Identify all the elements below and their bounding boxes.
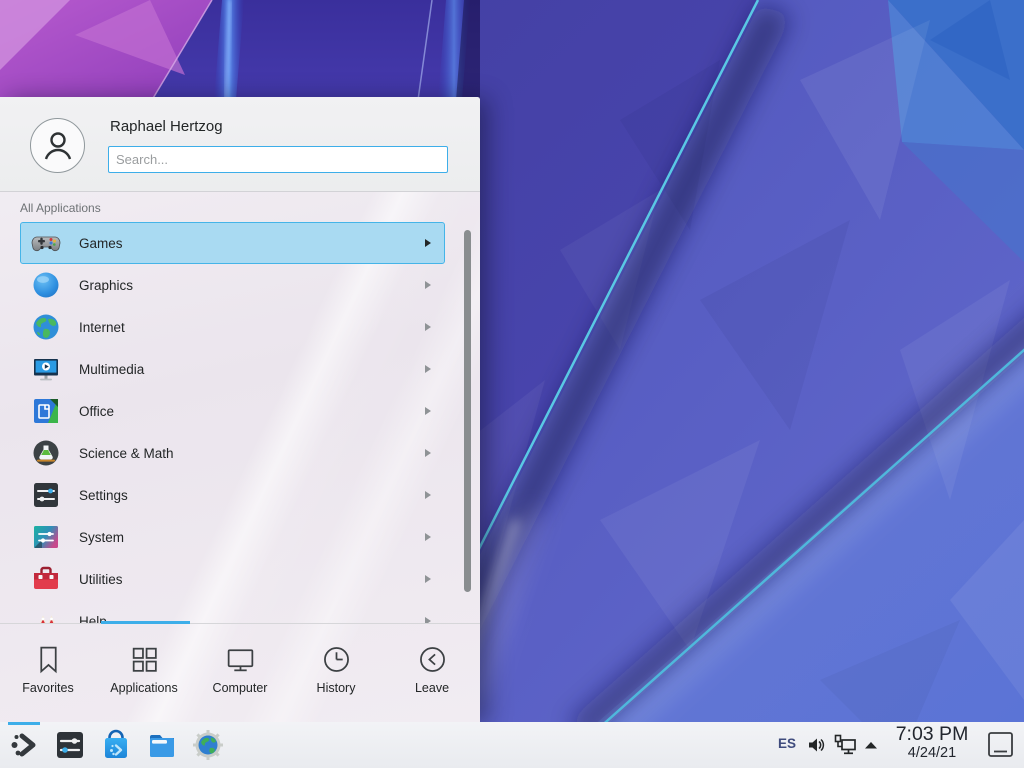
system-sliders-icon [30, 521, 62, 553]
network-icon[interactable] [833, 734, 857, 756]
submenu-arrow-icon [425, 449, 431, 457]
tab-leave[interactable]: Leave [384, 628, 480, 722]
tab-label: Leave [415, 681, 449, 695]
application-launcher-menu: Raphael Hertzog All Applications [0, 97, 480, 722]
active-tab-indicator [101, 621, 190, 624]
bookmark-icon [32, 643, 65, 676]
monitor-play-icon [30, 353, 62, 385]
file-manager-icon[interactable] [146, 729, 178, 761]
category-label: Settings [79, 488, 128, 503]
category-settings[interactable]: Settings [20, 474, 445, 516]
app-grid-icon [128, 643, 161, 676]
category-label: Graphics [79, 278, 133, 293]
history-clock-icon [320, 643, 353, 676]
category-graphics[interactable]: Graphics [20, 264, 445, 306]
system-settings-icon[interactable] [54, 729, 86, 761]
web-browser-icon[interactable] [192, 729, 224, 761]
category-help[interactable]: Help [20, 600, 445, 623]
search-input[interactable] [108, 146, 448, 173]
launcher-tab-bar: Favorites Applications Computer [0, 628, 480, 722]
sphere-icon [30, 269, 62, 301]
category-label: Internet [79, 320, 125, 335]
category-label: System [79, 530, 124, 545]
tab-label: Applications [110, 681, 177, 695]
gamepad-icon [30, 227, 62, 259]
clock-date: 4/24/21 [886, 745, 978, 762]
user-icon [38, 126, 78, 166]
tab-computer[interactable]: Computer [192, 628, 288, 722]
submenu-arrow-icon [425, 281, 431, 289]
computer-icon [224, 643, 257, 676]
digital-clock[interactable]: 7:03 PM 4/24/21 [886, 724, 978, 762]
category-label: Office [79, 404, 114, 419]
launcher-header: Raphael Hertzog [0, 97, 480, 192]
submenu-arrow-icon [425, 407, 431, 415]
expand-tray-icon[interactable] [863, 740, 879, 750]
tab-label: Computer [213, 681, 268, 695]
submenu-arrow-icon [425, 533, 431, 541]
user-name: Raphael Hertzog [110, 118, 223, 135]
globe-icon [30, 311, 62, 343]
app-launcher-icon[interactable] [8, 729, 40, 761]
flask-icon [30, 437, 62, 469]
tab-applications[interactable]: Applications [96, 628, 192, 722]
category-science-math[interactable]: Science & Math [20, 432, 445, 474]
user-avatar[interactable] [30, 118, 85, 173]
submenu-arrow-icon [425, 323, 431, 331]
category-label: Utilities [79, 572, 123, 587]
tab-label: Favorites [22, 681, 73, 695]
category-label: Multimedia [79, 362, 144, 377]
submenu-arrow-icon [425, 575, 431, 583]
submenu-arrow-icon [425, 491, 431, 499]
tab-favorites[interactable]: Favorites [0, 628, 96, 722]
office-document-icon [30, 395, 62, 427]
submenu-arrow-icon [425, 365, 431, 373]
category-utilities[interactable]: Utilities [20, 558, 445, 600]
clock-time: 7:03 PM [886, 724, 978, 745]
scrollbar[interactable] [464, 230, 471, 592]
settings-sliders-icon [30, 479, 62, 511]
volume-icon[interactable] [806, 735, 826, 755]
tab-label: History [317, 681, 356, 695]
desktop: Raphael Hertzog All Applications [0, 0, 1024, 768]
lifebuoy-icon [30, 605, 62, 623]
leave-icon [416, 643, 449, 676]
keyboard-layout-indicator[interactable]: ES [778, 736, 796, 751]
taskbar-panel: ES 7:03 PM 4/24/21 [0, 722, 1024, 768]
submenu-arrow-icon [425, 239, 431, 247]
launcher-open-indicator [8, 722, 40, 725]
category-internet[interactable]: Internet [20, 306, 445, 348]
toolbox-icon [30, 563, 62, 595]
discover-icon[interactable] [100, 729, 132, 761]
section-label: All Applications [20, 201, 101, 215]
tab-bar-divider [0, 623, 480, 624]
tab-history[interactable]: History [288, 628, 384, 722]
application-category-list: Games Graphics [0, 222, 480, 623]
category-multimedia[interactable]: Multimedia [20, 348, 445, 390]
category-office[interactable]: Office [20, 390, 445, 432]
category-label: Games [79, 236, 123, 251]
category-games[interactable]: Games [20, 222, 445, 264]
category-label: Science & Math [79, 446, 174, 461]
category-system[interactable]: System [20, 516, 445, 558]
show-desktop-icon[interactable] [987, 731, 1014, 758]
